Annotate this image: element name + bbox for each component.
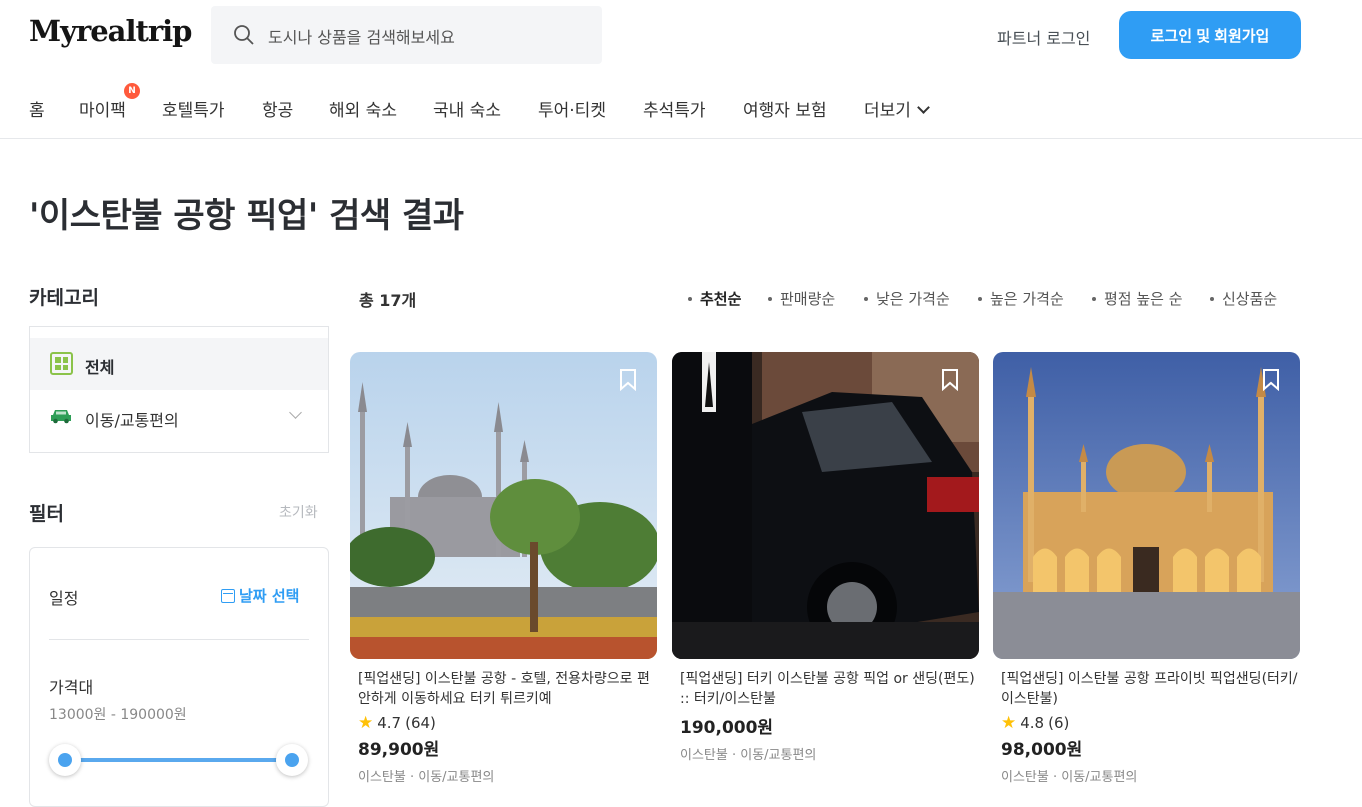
sort-recommended[interactable]: 추천순 bbox=[688, 288, 741, 309]
nav-item-hotel-deals[interactable]: 호텔특가 bbox=[162, 96, 225, 121]
nav-more-label: 더보기 bbox=[864, 101, 911, 121]
car-photo bbox=[672, 352, 979, 659]
filter-title: 필터 bbox=[29, 503, 64, 525]
calendar-icon bbox=[221, 588, 235, 603]
logo[interactable]: Myrealtrip bbox=[29, 14, 192, 48]
new-badge: N bbox=[124, 83, 140, 99]
date-select-button[interactable]: 날짜 선택 bbox=[221, 585, 299, 606]
nav-item-chuseok-deals[interactable]: 추석특가 bbox=[643, 96, 706, 121]
price-slider-track[interactable] bbox=[65, 758, 292, 762]
main-nav: 홈 마이팩 호텔특가 항공 해외 숙소 국내 숙소 투어·티켓 추석특가 여행자… bbox=[0, 72, 1362, 139]
product-price: 190,000원 bbox=[680, 718, 774, 738]
chevron-down-icon bbox=[917, 101, 930, 114]
product-card[interactable]: [픽업샌딩] 이스탄불 공항 - 호텔, 전용차량으로 편안하게 이동하세요 터… bbox=[350, 352, 658, 785]
sort-price-high[interactable]: 높은 가격순 bbox=[978, 288, 1064, 309]
product-price: 98,000원 bbox=[1001, 740, 1083, 760]
nav-item-home[interactable]: 홈 bbox=[29, 96, 45, 121]
sort-price-low[interactable]: 낮은 가격순 bbox=[864, 288, 950, 309]
price-label: 가격대 bbox=[49, 678, 94, 697]
product-title[interactable]: [픽업샌딩] 이스탄불 공항 - 호텔, 전용차량으로 편안하게 이동하세요 터… bbox=[350, 669, 658, 709]
chevron-down-icon[interactable] bbox=[289, 406, 302, 419]
header: Myrealtrip 도시나 상품을 검색해보세요 파트너 로그인 로그인 및 … bbox=[0, 0, 1362, 72]
review-count: (6) bbox=[1048, 714, 1070, 732]
partner-login-link[interactable]: 파트너 로그인 bbox=[997, 25, 1090, 49]
product-title[interactable]: [픽업샌딩] 이스탄불 공항 프라이빗 픽업샌딩(터키/이스탄불) bbox=[993, 669, 1301, 709]
category-item-all[interactable]: 전체 bbox=[30, 338, 328, 390]
category-label: 이동/교통편의 bbox=[85, 411, 179, 430]
login-signup-button[interactable]: 로그인 및 회원가입 bbox=[1119, 11, 1301, 59]
bookmark-icon[interactable] bbox=[941, 369, 959, 391]
star-icon: ★ bbox=[358, 713, 374, 733]
product-card[interactable]: [픽업샌딩] 터키 이스탄불 공항 픽업 or 샌딩(편도) :: 터키/이스탄… bbox=[672, 352, 980, 763]
search-placeholder: 도시나 상품을 검색해보세요 bbox=[268, 28, 455, 47]
filter-panel: 일정 날짜 선택 가격대 13000원 - 190000원 bbox=[29, 547, 329, 807]
nav-item-more[interactable]: 더보기 bbox=[864, 96, 930, 121]
sort-sales[interactable]: 판매량순 bbox=[768, 288, 835, 309]
product-image[interactable] bbox=[350, 352, 657, 659]
date-label: 일정 bbox=[49, 589, 79, 608]
price-slider-max-handle[interactable] bbox=[276, 744, 308, 776]
search-input[interactable]: 도시나 상품을 검색해보세요 bbox=[211, 6, 602, 64]
nav-item-tour-ticket[interactable]: 투어·티켓 bbox=[538, 96, 606, 121]
category-item-transport[interactable]: 이동/교통편의 bbox=[30, 391, 328, 443]
product-meta: 이스탄불 · 이동/교통편의 bbox=[680, 748, 817, 763]
star-icon: ★ bbox=[1001, 713, 1017, 733]
bookmark-icon[interactable] bbox=[619, 369, 637, 391]
blue-mosque-photo bbox=[993, 352, 1300, 659]
nav-item-overseas-stay[interactable]: 해외 숙소 bbox=[329, 96, 397, 121]
nav-item-mypack[interactable]: 마이팩 bbox=[79, 96, 126, 121]
nav-item-domestic-stay[interactable]: 국내 숙소 bbox=[433, 96, 501, 121]
sort-rating[interactable]: 평점 높은 순 bbox=[1092, 288, 1183, 309]
search-icon bbox=[234, 25, 254, 45]
product-card[interactable]: [픽업샌딩] 이스탄불 공항 프라이빗 픽업샌딩(터키/이스탄불) ★ 4.8 … bbox=[993, 352, 1301, 785]
divider bbox=[49, 639, 309, 640]
product-title[interactable]: [픽업샌딩] 터키 이스탄불 공항 픽업 or 샌딩(편도) :: 터키/이스탄… bbox=[672, 669, 980, 709]
date-select-label: 날짜 선택 bbox=[239, 587, 300, 605]
rating-value: 4.8 bbox=[1020, 714, 1045, 732]
grid-icon bbox=[50, 352, 73, 375]
product-image[interactable] bbox=[672, 352, 979, 659]
nav-item-flights[interactable]: 항공 bbox=[262, 96, 293, 121]
mosque-photo bbox=[350, 352, 657, 659]
car-icon bbox=[51, 410, 71, 424]
category-title: 카테고리 bbox=[29, 287, 99, 309]
product-image[interactable] bbox=[993, 352, 1300, 659]
product-rating: ★ 4.7 (64) bbox=[350, 713, 658, 733]
result-count: 총 17개 bbox=[359, 291, 417, 310]
price-range-value: 13000원 - 190000원 bbox=[49, 707, 187, 723]
rating-value: 4.7 bbox=[377, 714, 402, 732]
category-list: 전체 이동/교통편의 bbox=[29, 326, 329, 453]
product-meta: 이스탄불 · 이동/교통편의 bbox=[1001, 770, 1138, 785]
price-slider-min-handle[interactable] bbox=[49, 744, 81, 776]
product-rating: ★ 4.8 (6) bbox=[993, 713, 1301, 733]
review-count: (64) bbox=[405, 714, 436, 732]
page-title: '이스탄불 공항 픽업' 검색 결과 bbox=[29, 196, 464, 236]
product-price: 89,900원 bbox=[358, 740, 440, 760]
nav-item-insurance[interactable]: 여행자 보험 bbox=[743, 96, 827, 121]
bookmark-icon[interactable] bbox=[1262, 369, 1280, 391]
filter-reset-button[interactable]: 초기화 bbox=[279, 502, 318, 522]
category-label: 전체 bbox=[85, 358, 115, 377]
sort-newest[interactable]: 신상품순 bbox=[1210, 288, 1277, 309]
product-meta: 이스탄불 · 이동/교통편의 bbox=[358, 770, 495, 785]
